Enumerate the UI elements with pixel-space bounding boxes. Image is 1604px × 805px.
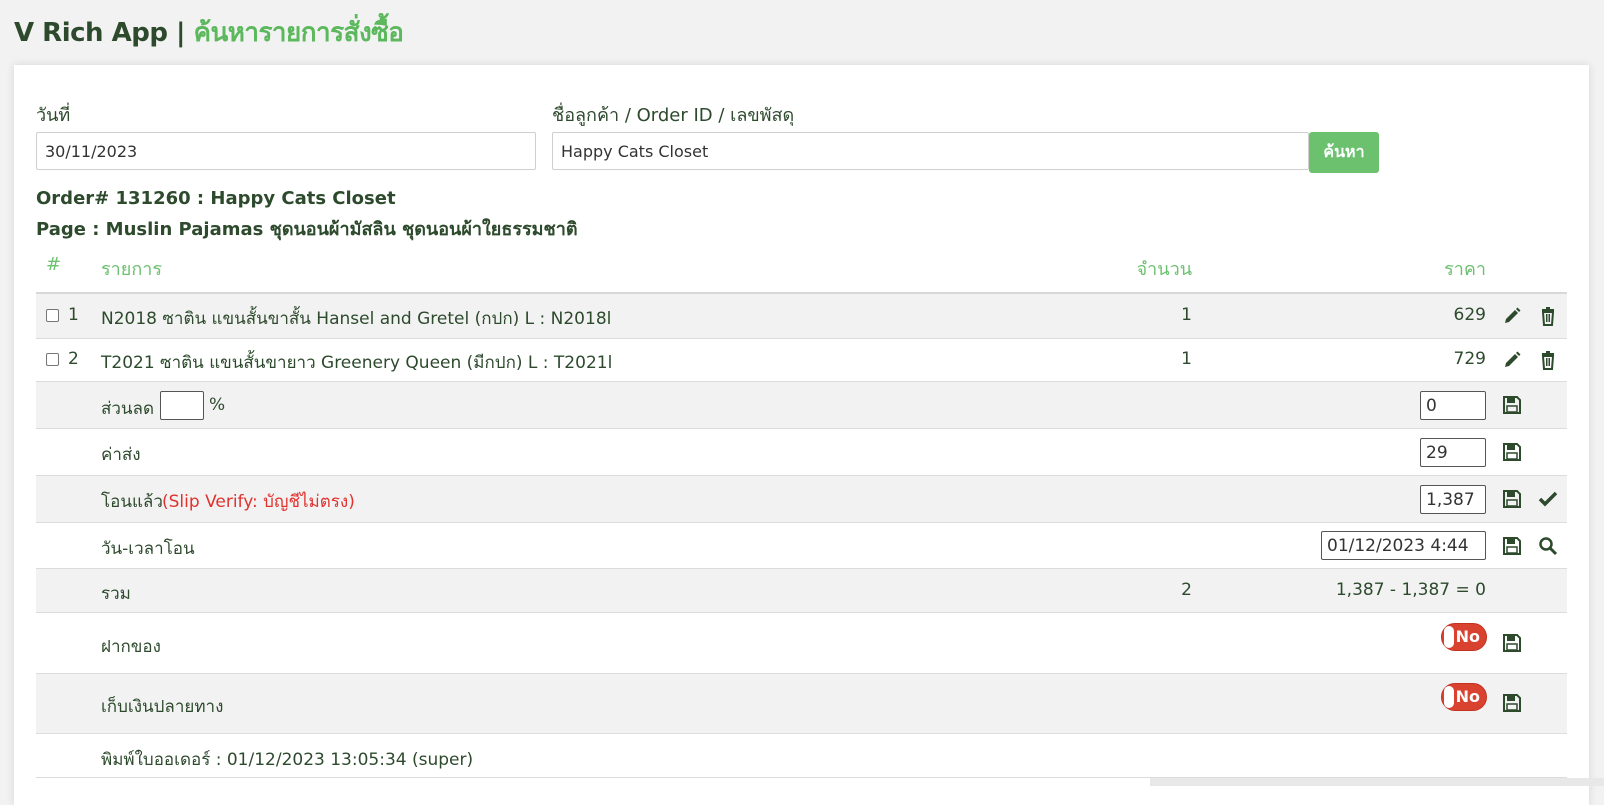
search-icon[interactable] xyxy=(1538,536,1558,556)
toggle-knob xyxy=(1444,626,1454,648)
app-name: V Rich App xyxy=(14,18,168,48)
title-separator: | xyxy=(176,18,186,48)
save-icon[interactable] xyxy=(1502,395,1522,415)
deposit-row: ฝากของ No xyxy=(36,613,1567,674)
row-checkbox[interactable] xyxy=(46,353,59,366)
save-icon[interactable] xyxy=(1502,489,1522,509)
transfer-label: โอนแล้ว xyxy=(101,492,163,512)
customer-search-input[interactable] xyxy=(552,132,1309,170)
cod-row: เก็บเงินปลายทาง No xyxy=(36,674,1567,734)
column-header-quantity: จำนวน xyxy=(1136,259,1192,280)
row-checkbox[interactable] xyxy=(46,309,59,322)
discount-percent-input[interactable] xyxy=(160,391,204,420)
total-label: รวม xyxy=(101,584,131,604)
column-header-price: ราคา xyxy=(1444,259,1486,280)
table-row: 2 T2021 ซาติน แขนสั้นขายาว Greenery Quee… xyxy=(36,339,1567,382)
discount-row: ส่วนลด % xyxy=(36,382,1567,429)
column-header-index: # xyxy=(46,254,62,275)
save-icon[interactable] xyxy=(1502,442,1522,462)
shipping-input[interactable] xyxy=(1420,438,1486,467)
date-input[interactable] xyxy=(36,132,536,170)
shipping-row: ค่าส่ง xyxy=(36,429,1567,476)
check-icon[interactable] xyxy=(1538,489,1558,509)
row-item-name: T2021 ซาติน แขนสั้นขายาว Greenery Queen … xyxy=(101,353,613,373)
total-quantity: 2 xyxy=(1181,580,1192,600)
shipping-label: ค่าส่ง xyxy=(101,445,141,465)
save-icon[interactable] xyxy=(1502,693,1522,713)
row-price: 729 xyxy=(1453,349,1486,369)
row-index: 2 xyxy=(68,349,79,369)
pencil-icon[interactable] xyxy=(1502,306,1522,326)
row-quantity: 1 xyxy=(1181,305,1192,325)
date-label: วันที่ xyxy=(36,105,71,126)
trash-icon[interactable] xyxy=(1538,306,1558,326)
bottom-toolbar-edge xyxy=(1150,778,1604,786)
trash-icon[interactable] xyxy=(1538,350,1558,370)
cod-toggle[interactable]: No xyxy=(1441,683,1487,711)
pencil-icon[interactable] xyxy=(1502,350,1522,370)
transfer-time-label: วัน-เวลาโอน xyxy=(101,539,195,559)
printed-info: พิมพ์ใบออเดอร์ : 01/12/2023 13:05:34 (su… xyxy=(101,750,474,770)
page-header: V Rich App | ค้นหารายการสั่งซื้อ xyxy=(14,12,404,53)
toggle-label: No xyxy=(1455,687,1480,706)
transfer-row: โอนแล้ว (Slip Verify: บัญชีไม่ตรง) xyxy=(36,476,1567,523)
deposit-label: ฝากของ xyxy=(101,637,161,657)
save-icon[interactable] xyxy=(1502,536,1522,556)
row-item-name: N2018 ซาติน แขนสั้นขาสั้น Hansel and Gre… xyxy=(101,309,612,329)
toggle-label: No xyxy=(1455,627,1480,646)
save-icon[interactable] xyxy=(1502,633,1522,653)
transfer-amount-input[interactable] xyxy=(1420,485,1486,514)
discount-label: ส่วนลด xyxy=(101,399,155,419)
customer-search-label: ชื่อลูกค้า / Order ID / เลขพัสดุ xyxy=(552,105,795,126)
order-page: Page : Muslin Pajamas ชุดนอนผ้ามัสลิน ชุ… xyxy=(36,219,578,240)
table-row: 1 N2018 ซาติน แขนสั้นขาสั้น Hansel and G… xyxy=(36,294,1567,339)
transfer-time-input[interactable] xyxy=(1321,531,1486,560)
page-title: ค้นหารายการสั่งซื้อ xyxy=(193,18,404,48)
transfer-time-row: วัน-เวลาโอน xyxy=(36,523,1567,569)
discount-amount-input[interactable] xyxy=(1420,391,1486,420)
row-index: 1 xyxy=(68,305,79,325)
total-summary: 1,387 - 1,387 = 0 xyxy=(1335,580,1486,600)
printed-row: พิมพ์ใบออเดอร์ : 01/12/2023 13:05:34 (su… xyxy=(36,734,1567,778)
column-header-item: รายการ xyxy=(101,259,162,280)
cod-label: เก็บเงินปลายทาง xyxy=(101,697,224,717)
row-quantity: 1 xyxy=(1181,349,1192,369)
percent-sign: % xyxy=(209,395,226,415)
order-title: Order# 131260 : Happy Cats Closet xyxy=(36,188,396,209)
toggle-knob xyxy=(1444,686,1454,708)
deposit-toggle[interactable]: No xyxy=(1441,623,1487,651)
row-price: 629 xyxy=(1453,305,1486,325)
search-button[interactable]: ค้นหา xyxy=(1309,132,1379,173)
slip-verify-note: (Slip Verify: บัญชีไม่ตรง) xyxy=(162,492,355,512)
total-row: รวม 2 1,387 - 1,387 = 0 xyxy=(36,569,1567,613)
